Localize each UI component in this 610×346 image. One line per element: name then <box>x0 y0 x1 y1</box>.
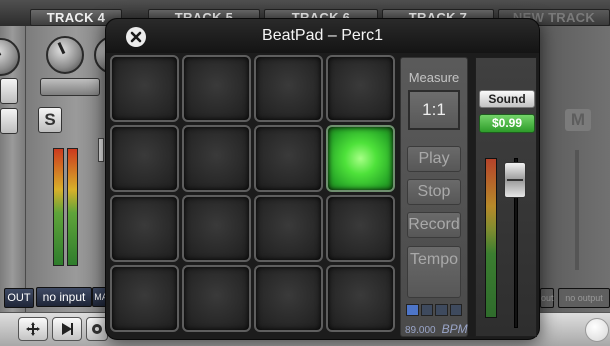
timeline-slider-knob[interactable] <box>585 318 609 342</box>
bpm-readout: 89.000 BPM <box>405 322 468 336</box>
record-arm-button[interactable] <box>0 78 18 104</box>
dialog-title: BeatPad – Perc1 <box>262 27 383 44</box>
record-button[interactable]: Record <box>407 212 461 238</box>
play-icon[interactable] <box>52 317 82 341</box>
output-selector[interactable]: no output <box>558 288 610 308</box>
pan-knob[interactable] <box>46 36 84 74</box>
tempo-segment <box>406 304 419 316</box>
tempo-control[interactable]: Tempo <box>407 246 461 298</box>
sound-button[interactable]: Sound <box>479 90 535 108</box>
bpm-value: 89.000 <box>405 325 436 336</box>
measure-display: 1:1 <box>408 90 460 130</box>
buy-sound-button[interactable]: $0.99 <box>479 114 535 133</box>
tempo-label: Tempo <box>409 251 459 268</box>
track-header-label: TRACK 4 <box>46 10 106 25</box>
play-button[interactable]: Play <box>407 146 461 172</box>
level-meter <box>485 158 497 318</box>
level-meter <box>67 148 78 266</box>
level-meter <box>53 148 64 266</box>
beat-pad-r2-c1[interactable] <box>110 125 179 192</box>
beat-pad-r3-c3[interactable] <box>254 195 323 262</box>
beat-pad-r4-c4[interactable] <box>326 265 395 332</box>
tempo-slider[interactable] <box>406 304 462 316</box>
beat-pad-r3-c1[interactable] <box>110 195 179 262</box>
volume-fader-track <box>575 150 579 270</box>
bpm-unit: BPM <box>441 322 468 336</box>
output-selector[interactable]: out <box>540 288 554 308</box>
mute-button[interactable] <box>0 108 18 134</box>
volume-fader[interactable] <box>98 138 104 162</box>
tempo-segment <box>420 304 433 316</box>
mute-button[interactable]: M <box>565 109 591 131</box>
measure-label: Measure <box>408 70 460 85</box>
beat-pad-r1-c4[interactable] <box>326 55 395 122</box>
beat-pad-r4-c3[interactable] <box>254 265 323 332</box>
beat-pad-r2-c3[interactable] <box>254 125 323 192</box>
beatpad-dialog: BeatPad – Perc1 Measure 1:1 Play Stop Re… <box>105 18 540 340</box>
beat-pad-r2-c2[interactable] <box>182 125 251 192</box>
pad-grid <box>110 55 398 337</box>
volume-fader[interactable] <box>504 162 526 198</box>
dialog-titlebar: BeatPad – Perc1 <box>106 19 539 53</box>
beat-pad-r1-c1[interactable] <box>110 55 179 122</box>
beat-pad-r4-c2[interactable] <box>182 265 251 332</box>
beat-pad-r1-c3[interactable] <box>254 55 323 122</box>
tempo-segment <box>449 304 462 316</box>
beat-pad-r2-c4[interactable] <box>326 125 395 192</box>
beat-pad-r3-c2[interactable] <box>182 195 251 262</box>
beat-pad-r4-c1[interactable] <box>110 265 179 332</box>
move-arrows-icon[interactable] <box>18 317 48 341</box>
stop-button[interactable]: Stop <box>407 179 461 205</box>
beat-pad-r3-c4[interactable] <box>326 195 395 262</box>
solo-button[interactable]: S <box>38 107 62 133</box>
output-selector[interactable]: OUT <box>4 288 34 308</box>
tempo-segment <box>435 304 448 316</box>
channel-strip-button[interactable] <box>40 78 100 96</box>
transport-panel: Measure 1:1 Play Stop Record Tempo 89.00… <box>400 57 468 337</box>
input-selector[interactable]: no input <box>36 287 92 307</box>
beat-pad-r1-c2[interactable] <box>182 55 251 122</box>
sound-column: Sound $0.99 <box>475 57 537 337</box>
